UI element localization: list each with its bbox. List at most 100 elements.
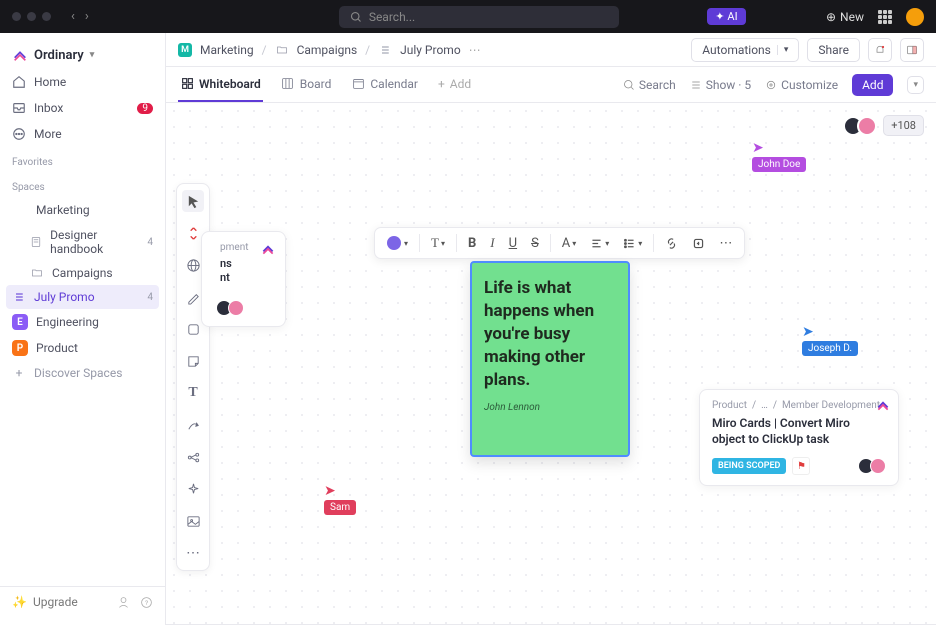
discover-spaces[interactable]: +Discover Spaces [0,361,165,385]
flag-icon[interactable]: ⚑ [792,457,810,475]
add-button[interactable]: Add [852,74,893,96]
align-button[interactable]: ▾ [584,231,615,255]
image-tool-icon[interactable] [182,510,204,532]
select-tool-icon[interactable] [182,190,204,212]
back-icon[interactable]: ‹ [71,9,75,24]
more-tools-icon[interactable]: ⋯ [182,542,204,564]
inbox-icon [12,101,26,115]
upgrade-link[interactable]: Upgrade [33,595,78,609]
avatar[interactable] [906,8,924,26]
text-tool-icon[interactable]: T [182,382,204,404]
more-format[interactable]: ⋯ [713,231,738,255]
list-icon [378,43,392,57]
customize-button[interactable]: Customize [765,78,838,92]
cursor-joseph: ➤Joseph D. [802,325,858,356]
nav-arrows: ‹ › [71,9,89,24]
nav-inbox[interactable]: Inbox9 [0,95,165,121]
search-icon [349,10,363,24]
task-button[interactable] [686,231,711,255]
spaces-label: Spaces [0,172,165,197]
space-product[interactable]: PProduct [0,335,165,361]
whiteboard-canvas[interactable]: +108 T ⋯ pment nsnt [166,103,936,625]
view-tabs: Whiteboard Board Calendar +Add Search Sh… [166,67,936,103]
sidebar-toggle-icon[interactable] [900,38,924,62]
new-button[interactable]: ⊕New [826,10,864,24]
card-breadcrumb: Product/…/Member Development [712,400,886,411]
color-picker[interactable]: ▾ [381,231,414,255]
apps-icon[interactable] [878,10,892,24]
automations-button[interactable]: Automations▾ [691,38,799,62]
task-card-miro[interactable]: Product/…/Member Development Miro Cards … [699,389,899,486]
workspace-switcher[interactable]: Ordinary ▾ [0,41,165,69]
card-avatars [862,458,886,474]
more-icon[interactable]: ⋯ [469,43,481,57]
list-button[interactable]: ▾ [617,231,648,255]
cursor-icon: ➤ [752,141,806,155]
sticky-quote: Life is what happens when you're busy ma… [484,277,616,392]
crumb-marketing[interactable]: Marketing [200,43,254,57]
chevron-down-icon: ▾ [777,45,789,55]
whiteboard-icon [180,77,194,91]
tab-whiteboard[interactable]: Whiteboard [178,67,263,102]
font-size[interactable]: T▾ [425,231,451,255]
relation-tool-icon[interactable] [182,446,204,468]
sidebar-item-julypromo[interactable]: July Promo4 [6,285,159,309]
text-color[interactable]: A▾ [556,231,583,255]
card-title: Miro Cards | Convert Miro object to Clic… [712,416,886,447]
sticky-note[interactable]: Life is what happens when you're busy ma… [470,261,630,457]
task-card-partial[interactable]: pment nsnt [201,231,286,327]
doc-icon [30,235,42,249]
tab-board[interactable]: Board [279,67,334,102]
sticky-tool-icon[interactable] [182,350,204,372]
cursor-john: ➤John Doe [752,141,806,172]
window-dots [12,12,51,21]
nav-home[interactable]: Home [0,69,165,95]
help-icon[interactable]: ? [140,596,153,609]
add-view[interactable]: +Add [436,67,473,102]
bold-button[interactable]: B [462,231,482,255]
sidebar-item-designer[interactable]: Designer handbook4 [0,223,165,261]
board-icon [281,77,295,91]
clickup-logo-icon [12,47,28,63]
space-engineering[interactable]: EEngineering [0,309,165,335]
underline-button[interactable]: U [503,231,523,255]
bell-icon[interactable] [868,38,892,62]
space-badge: D [12,202,28,218]
collaborators: +108 [849,115,924,136]
breadcrumb: M Marketing/ Campaigns/ July Promo ⋯ Aut… [166,33,936,67]
calendar-icon [351,77,365,91]
cursor-icon: ➤ [802,325,858,339]
svg-text:?: ? [145,598,148,606]
link-button[interactable] [659,231,684,255]
strike-button[interactable]: S [525,231,545,255]
italic-button[interactable]: I [484,231,500,255]
folder-icon [30,266,44,280]
card-title: nsnt [220,257,275,286]
forward-icon[interactable]: › [85,9,89,24]
crumb-julypromo[interactable]: July Promo [400,43,461,57]
search-placeholder: Search... [369,10,415,24]
crumb-campaigns[interactable]: Campaigns [297,43,358,57]
tab-calendar[interactable]: Calendar [349,67,420,102]
user-icon[interactable] [117,596,130,609]
ai-button[interactable]: ✦AI [707,8,745,25]
sparkle-icon: ✨ [12,595,27,609]
ai-tool-icon[interactable] [182,478,204,500]
show-button[interactable]: Show · 5 [690,78,751,92]
search-input[interactable]: Search... [339,6,619,28]
sidebar-item-campaigns[interactable]: Campaigns [0,261,165,285]
space-marketing[interactable]: DMarketing [0,197,165,223]
more-collaborators[interactable]: +108 [883,115,924,136]
avatar-stack[interactable] [849,116,877,136]
connector-tool-icon[interactable] [182,414,204,436]
search-views[interactable]: Search [623,78,676,92]
cursor-sam: ➤Sam [324,484,356,515]
clickup-icon [876,398,890,412]
chevron-down-icon: ▾ [90,50,95,60]
card-avatars [220,300,275,316]
share-button[interactable]: Share [807,38,860,62]
nav-more[interactable]: More [0,121,165,147]
space-badge: E [12,314,28,330]
chevron-down-icon[interactable]: ▾ [907,76,924,94]
format-toolbar: ▾ T▾ B I U S A▾ ▾ ▾ ⋯ [374,227,745,259]
